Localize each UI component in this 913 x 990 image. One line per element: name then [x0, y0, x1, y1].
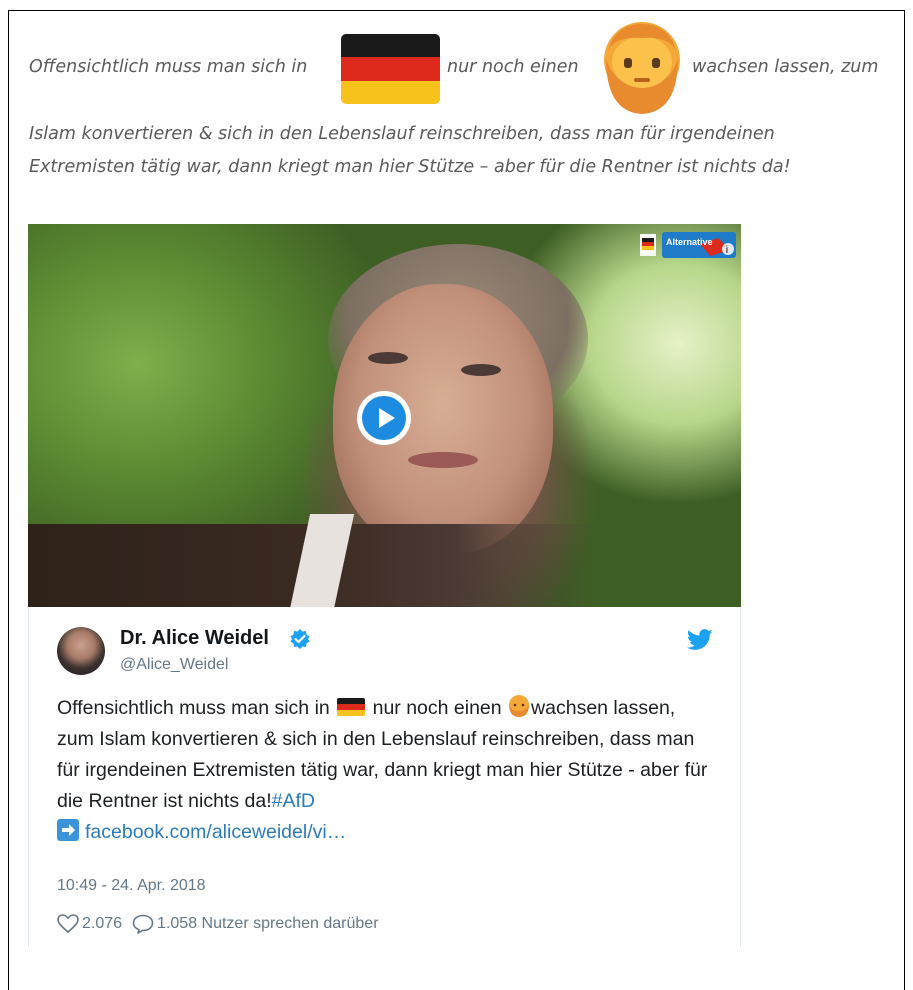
- quote-line1-part1: Offensichtlich muss man sich in: [29, 57, 308, 77]
- twitter-bird-icon[interactable]: [687, 629, 713, 651]
- party-logo-text: Alternative: [666, 237, 713, 247]
- tweet-actions: 2.076 1.058 Nutzer sprechen darüber: [57, 914, 389, 934]
- reply-bubble-icon: [132, 914, 154, 934]
- quote-line2: Islam konvertieren & sich in den Lebensl…: [29, 124, 775, 144]
- germany-flag-icon: [341, 34, 440, 104]
- reply-button[interactable]: 1.058 Nutzer sprechen darüber: [132, 914, 379, 934]
- play-button[interactable]: [357, 391, 411, 445]
- bearded-face-icon: [604, 22, 680, 114]
- heart-icon: [57, 914, 79, 934]
- quote-line1-part2: nur noch einen: [447, 57, 579, 77]
- avatar[interactable]: [57, 627, 105, 675]
- quote-line1-part3: wachsen lassen, zum: [692, 57, 879, 77]
- play-icon: [362, 396, 406, 440]
- arrow-right-icon: [57, 819, 79, 841]
- germany-flag-icon: [337, 698, 366, 716]
- quote-line3: Extremisten tätig war, dann kriegt man h…: [29, 157, 791, 177]
- like-count: 2.076: [82, 915, 123, 932]
- verified-badge-icon: [290, 629, 310, 649]
- party-logo-icon: Alternative i: [640, 232, 736, 258]
- hashtag-link[interactable]: #AfD: [272, 790, 315, 812]
- video-person-eye: [368, 352, 408, 364]
- bearded-face-icon: [509, 695, 530, 717]
- video-person-mouth: [408, 452, 478, 468]
- video-thumbnail[interactable]: Alternative i: [28, 224, 741, 607]
- tweet-text: Offensichtlich muss man sich in nur noch…: [57, 693, 717, 848]
- tweet-text-part2: nur noch einen: [372, 697, 502, 719]
- like-button[interactable]: 2.076: [57, 914, 122, 934]
- svg-text:i: i: [726, 245, 729, 256]
- tweet-card: Dr. Alice Weidel @Alice_Weidel Offensich…: [28, 607, 741, 947]
- tweet-author-name[interactable]: Dr. Alice Weidel: [120, 627, 269, 650]
- tweet-timestamp[interactable]: 10:49 - 24. Apr. 2018: [57, 877, 206, 895]
- reply-count: 1.058 Nutzer sprechen darüber: [157, 915, 379, 932]
- tweet-text-part1: Offensichtlich muss man sich in: [57, 697, 330, 719]
- facebook-link[interactable]: facebook.com/aliceweidel/vi…: [85, 821, 346, 843]
- video-person-eye: [461, 364, 501, 376]
- video-person-jacket: [28, 524, 741, 607]
- tweet-author-handle[interactable]: @Alice_Weidel: [120, 656, 228, 674]
